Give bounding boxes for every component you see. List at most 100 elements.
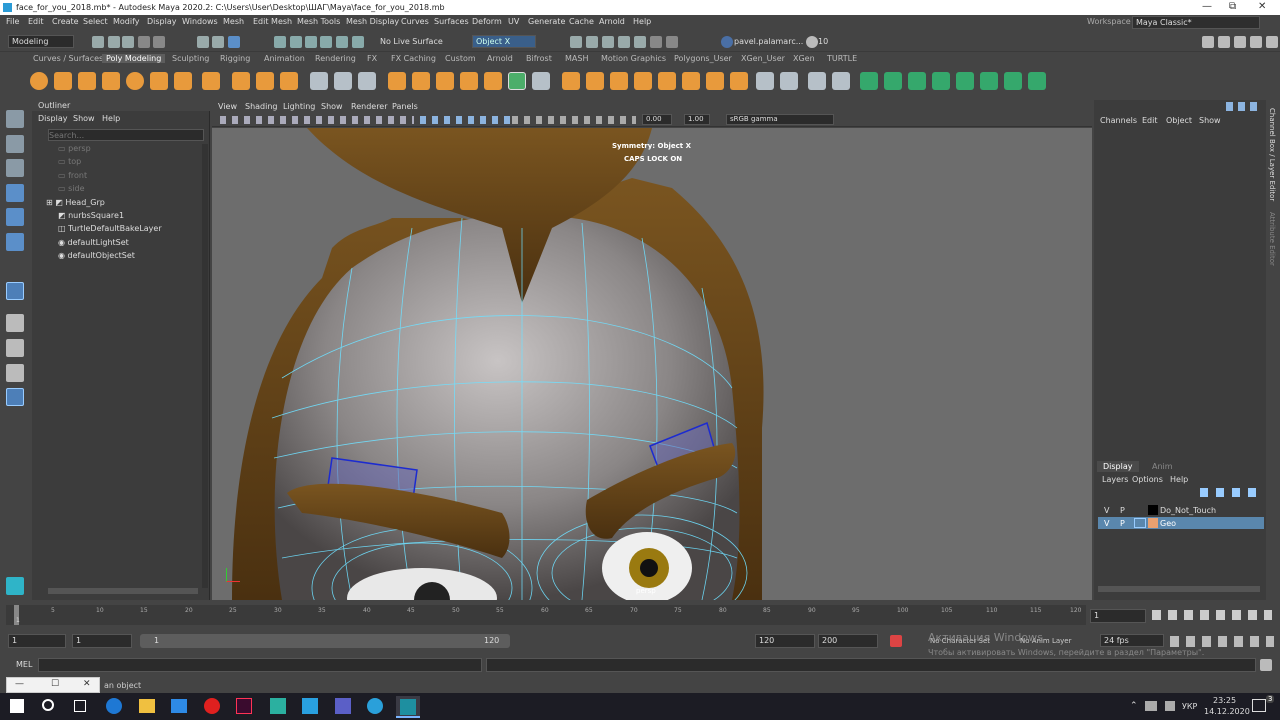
lasso-tool-icon[interactable] — [6, 135, 24, 153]
tray-date[interactable]: 14.12.2020 — [1204, 707, 1250, 716]
time-slider[interactable]: 5 10 15 20 25 30 35 40 45 50 55 60 65 70… — [0, 603, 1280, 629]
channel-box-menu-channels[interactable]: Channels — [1100, 116, 1137, 125]
channel-box-menu-show[interactable]: Show — [1199, 116, 1221, 125]
shelf-tab-rendering[interactable]: Rendering — [315, 54, 356, 63]
playback-start-field[interactable]: 1 — [72, 634, 132, 648]
scale-tool-icon[interactable] — [6, 233, 24, 251]
outliner-menu-help[interactable]: Help — [102, 114, 120, 123]
outliner-h-scrollbar[interactable] — [48, 588, 198, 594]
quad-draw-icon[interactable] — [832, 72, 850, 90]
user-name[interactable]: pavel.palamarc... — [734, 37, 803, 46]
layer-color-swatch[interactable] — [1148, 518, 1158, 528]
layer-playback-toggle[interactable]: P — [1120, 506, 1125, 515]
camera-tools-icon-group[interactable] — [220, 116, 414, 124]
outliner-menu-display[interactable]: Display — [38, 114, 68, 123]
poke-icon[interactable] — [706, 72, 724, 90]
shelf-tab-arnold[interactable]: Arnold — [487, 54, 513, 63]
poly-plane-icon[interactable] — [150, 72, 168, 90]
shelf-tab-xgen[interactable]: XGen — [793, 54, 815, 63]
poly-cylinder-icon[interactable] — [78, 72, 96, 90]
indesign-icon[interactable] — [236, 698, 252, 714]
gamma-field[interactable]: 1.00 — [684, 114, 710, 125]
multi-cut-icon[interactable] — [756, 72, 774, 90]
tray-language[interactable]: УКР — [1182, 702, 1197, 711]
live-surface-field[interactable]: No Live Surface — [376, 35, 446, 48]
photos-icon[interactable] — [302, 698, 318, 714]
open-scene-icon[interactable] — [108, 36, 120, 48]
channel-box-menu-object[interactable]: Object — [1166, 116, 1192, 125]
task-view-icon[interactable] — [74, 700, 86, 712]
auto-key-icon[interactable] — [890, 635, 902, 647]
command-input[interactable] — [38, 658, 482, 672]
move-tool-icon[interactable] — [6, 184, 24, 202]
floating-window-controls[interactable]: — ☐ ✕ — [6, 677, 100, 693]
snap-surface-icon[interactable] — [336, 36, 348, 48]
menu-windows[interactable]: Windows — [182, 17, 218, 26]
shelf-tab-poly-modeling[interactable]: Poly Modeling — [102, 54, 166, 63]
super-shape-icon[interactable] — [232, 72, 250, 90]
outliner-toggle-icon[interactable] — [1266, 36, 1278, 48]
svg-icon[interactable] — [280, 72, 298, 90]
outliner-item-default-light-set[interactable]: ◉ defaultLightSet — [58, 238, 129, 247]
menu-display[interactable]: Display — [147, 17, 177, 26]
fill-hole-icon[interactable] — [586, 72, 604, 90]
playback-controls[interactable] — [1152, 610, 1272, 620]
side-by-side-layout-icon[interactable] — [6, 339, 24, 357]
poly-disc-icon[interactable] — [174, 72, 192, 90]
poly-sphere-icon[interactable] — [30, 72, 48, 90]
windows-start-icon[interactable] — [10, 699, 24, 713]
modeling-toolkit-icon[interactable] — [1202, 36, 1214, 48]
attribute-editor-toggle-icon[interactable] — [1218, 36, 1230, 48]
platonic-solid-icon[interactable] — [202, 72, 220, 90]
viewport-menu-view[interactable]: View — [218, 102, 237, 111]
hypershade-icon[interactable] — [618, 36, 630, 48]
layer-action-icons[interactable] — [1200, 488, 1262, 497]
bevel-icon[interactable] — [532, 72, 550, 90]
smooth-icon[interactable] — [358, 72, 376, 90]
shelf-tab-turtle[interactable]: TURTLE — [827, 54, 857, 63]
snap-grid-icon[interactable] — [274, 36, 286, 48]
exposure-field[interactable]: 0.00 — [642, 114, 672, 125]
menu-arnold[interactable]: Arnold — [599, 17, 625, 26]
layer-menu-help[interactable]: Help — [1170, 475, 1188, 484]
viewport-menu-renderer[interactable]: Renderer — [351, 102, 388, 111]
layer-visibility-toggle[interactable]: V — [1104, 519, 1109, 528]
outliner-item-turtle-bake-layer[interactable]: ◫ TurtleDefaultBakeLayer — [58, 224, 162, 233]
outliner-item-default-object-set[interactable]: ◉ defaultObjectSet — [58, 251, 135, 260]
poly-cube-icon[interactable] — [54, 72, 72, 90]
outliner-item-persp[interactable]: ▭ persp — [58, 144, 91, 153]
pause-render-icon[interactable] — [650, 36, 662, 48]
shading-mode-icon-group[interactable] — [420, 116, 520, 124]
menu-deform[interactable]: Deform — [472, 17, 502, 26]
menu-create[interactable]: Create — [52, 17, 79, 26]
float-minimize-icon[interactable]: — — [15, 679, 24, 689]
menu-mesh-display[interactable]: Mesh Display — [346, 17, 399, 26]
channel-box-menu-edit[interactable]: Edit — [1142, 116, 1158, 125]
file-explorer-icon[interactable] — [139, 699, 155, 713]
uv-editor-icon[interactable] — [860, 72, 878, 90]
search-icon[interactable] — [42, 699, 54, 711]
menu-mesh[interactable]: Mesh — [223, 17, 244, 26]
menu-modify[interactable]: Modify — [113, 17, 140, 26]
collapse-icon[interactable] — [634, 72, 652, 90]
shelf-tab-polygons-user[interactable]: Polygons_User — [674, 54, 732, 63]
outliner-item-front[interactable]: ▭ front — [58, 171, 87, 180]
outliner-scrollbar[interactable] — [202, 144, 208, 588]
render-ipr-icon[interactable] — [586, 36, 598, 48]
outliner-search-input[interactable] — [48, 129, 204, 141]
layer-color-swatch[interactable] — [1148, 505, 1158, 515]
teams-icon[interactable] — [335, 698, 351, 714]
viewport-menu-show[interactable]: Show — [321, 102, 343, 111]
outliner-layout-icon[interactable] — [6, 388, 24, 406]
tray-time[interactable]: 23:25 — [1213, 696, 1236, 705]
viewport-menu-lighting[interactable]: Lighting — [283, 102, 315, 111]
viewport-menu-panels[interactable]: Panels — [392, 102, 418, 111]
maya-taskbar-button[interactable] — [396, 696, 420, 718]
layer-tab-anim[interactable]: Anim — [1152, 462, 1173, 471]
tray-chevron-icon[interactable]: ⌃ — [1130, 701, 1138, 711]
menu-edit-mesh[interactable]: Edit Mesh — [253, 17, 292, 26]
current-frame-field[interactable]: 1 — [1090, 609, 1146, 623]
mirror-icon[interactable] — [484, 72, 502, 90]
playback-end-field[interactable]: 120 — [755, 634, 815, 648]
quadrangulate-icon[interactable] — [682, 72, 700, 90]
